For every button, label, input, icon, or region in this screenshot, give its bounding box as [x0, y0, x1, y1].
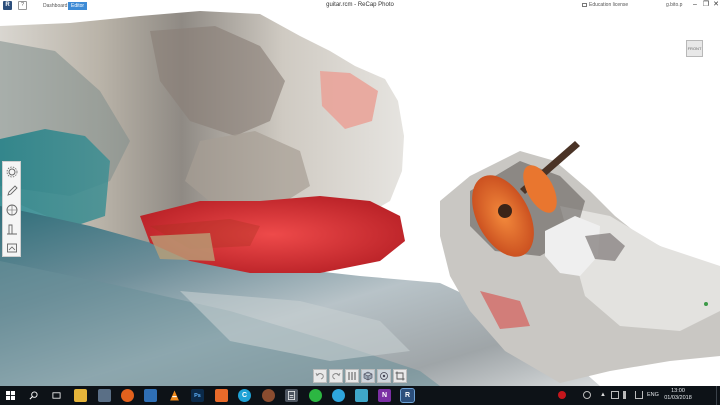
maximize-button[interactable]: ❐: [702, 1, 710, 9]
search-icon: [29, 391, 38, 400]
mesh-tool-button[interactable]: [3, 200, 20, 219]
measure-icon: [6, 224, 17, 234]
target-icon: [380, 372, 388, 380]
title-bar: R ? Dashboard Editor guitar.rcm - ReCap …: [0, 0, 720, 11]
language-indicator[interactable]: ENG: [647, 392, 659, 398]
pencil-icon: [6, 184, 18, 196]
bottom-toolbar: [313, 369, 407, 384]
battery-icon[interactable]: [611, 391, 619, 399]
taskbar-telegram[interactable]: [332, 389, 345, 402]
license-icon: [582, 2, 587, 7]
recap-photo-window: R ? Dashboard Editor guitar.rcm - ReCap …: [0, 0, 720, 405]
cube-icon: [363, 371, 373, 381]
redo-icon: [332, 372, 341, 380]
search-button[interactable]: [27, 389, 40, 402]
focus-button[interactable]: [377, 369, 391, 383]
license-label: Education license: [589, 2, 629, 8]
taskbar-whatsapp[interactable]: [309, 389, 322, 402]
slice-icon: [348, 372, 356, 380]
close-button[interactable]: ✕: [712, 1, 720, 9]
taskbar-app[interactable]: [262, 389, 275, 402]
wifi-icon[interactable]: [635, 391, 643, 399]
left-toolbar: [2, 161, 21, 257]
undo-icon: [315, 372, 324, 380]
view-cube[interactable]: FRONT: [686, 40, 703, 57]
taskbar-recap[interactable]: R: [400, 388, 415, 403]
windows-taskbar: Ps C N R ▲ ENG 13:00 01/03/2018: [0, 386, 720, 405]
measure-tool-button[interactable]: [3, 219, 20, 238]
taskbar-calculator[interactable]: [285, 389, 298, 402]
start-button[interactable]: [4, 389, 17, 402]
people-icon[interactable]: [583, 391, 591, 399]
taskbar-vlc[interactable]: [168, 389, 181, 402]
redo-button[interactable]: [329, 369, 343, 383]
volume-icon[interactable]: [623, 391, 631, 399]
clock-date: 01/03/2018: [664, 395, 692, 401]
show-desktop-button[interactable]: [716, 386, 720, 405]
antivirus-icon[interactable]: [558, 391, 566, 399]
frame-icon: [6, 243, 17, 252]
crop-icon: [395, 371, 405, 381]
taskbar-ccleaner[interactable]: C: [238, 389, 251, 402]
clock-time: 13:00: [671, 388, 685, 394]
photoshop-icon: Ps: [194, 392, 201, 399]
taskbar-firefox[interactable]: [121, 389, 134, 402]
crop-button[interactable]: [393, 369, 407, 383]
gear-icon: [6, 166, 17, 177]
task-view-icon: [52, 392, 61, 399]
taskbar-app[interactable]: [98, 389, 111, 402]
calculator-icon: [287, 391, 296, 400]
onenote-icon: N: [381, 392, 388, 399]
taskbar-app[interactable]: [215, 389, 228, 402]
slice-button[interactable]: [345, 369, 359, 383]
settings-tool-button[interactable]: [3, 162, 20, 181]
taskbar-photoshop[interactable]: Ps: [191, 389, 204, 402]
windows-icon: [6, 391, 15, 400]
taskbar-file-explorer[interactable]: [74, 389, 87, 402]
sphere-icon: [6, 204, 17, 215]
task-view-button[interactable]: [50, 389, 63, 402]
vlc-icon: [170, 390, 179, 401]
taskbar-app[interactable]: [144, 389, 157, 402]
clock[interactable]: 13:00 01/03/2018: [662, 388, 694, 402]
ccleaner-icon: C: [241, 392, 248, 399]
edit-tool-button[interactable]: [3, 181, 20, 200]
minimize-button[interactable]: –: [691, 1, 699, 9]
user-name[interactable]: g.bito.p: [666, 2, 682, 8]
mesh-render: [0, 11, 720, 386]
license-indicator[interactable]: Education license: [582, 2, 628, 8]
3d-viewport[interactable]: FRONT: [0, 11, 720, 386]
undo-button[interactable]: [313, 369, 327, 383]
recap-icon: R: [404, 392, 411, 399]
taskbar-onenote[interactable]: N: [378, 389, 391, 402]
view-mode-button[interactable]: [361, 369, 375, 383]
taskbar-app[interactable]: [355, 389, 368, 402]
export-tool-button[interactable]: [3, 238, 20, 257]
chevron-up-icon[interactable]: ▲: [600, 392, 608, 400]
